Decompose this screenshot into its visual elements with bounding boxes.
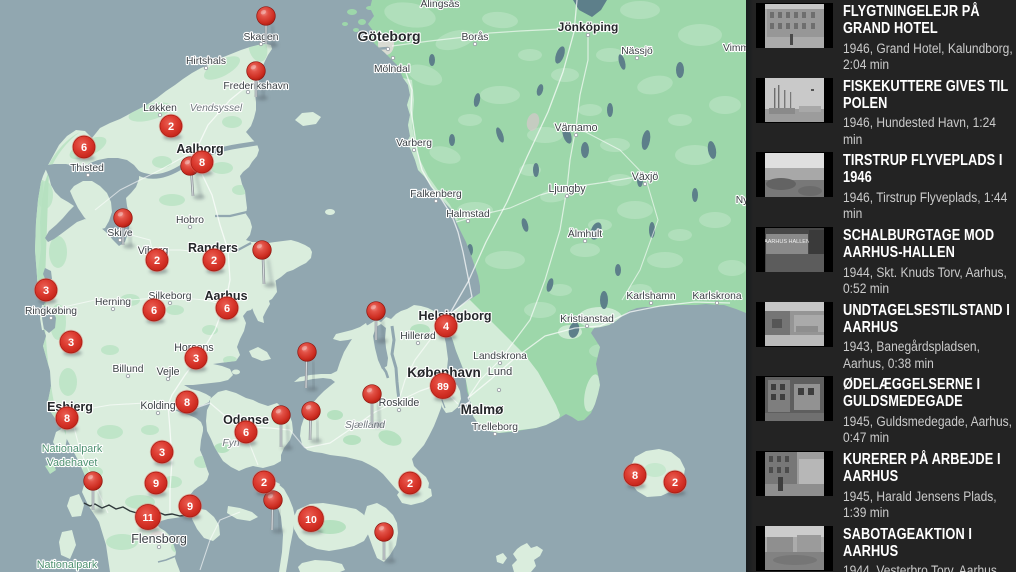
svg-text:11: 11 <box>142 512 153 524</box>
svg-text:Halmstad: Halmstad <box>446 209 490 220</box>
svg-text:8: 8 <box>184 397 190 409</box>
svg-text:Hobro: Hobro <box>176 215 204 226</box>
svg-text:Nationalpark: Nationalpark <box>42 443 103 455</box>
svg-text:2: 2 <box>261 477 267 489</box>
svg-text:8: 8 <box>632 470 638 482</box>
svg-text:9: 9 <box>187 501 193 513</box>
svg-text:Roskilde: Roskilde <box>379 397 420 409</box>
svg-text:Kolding: Kolding <box>140 400 175 412</box>
svg-text:Løkken: Løkken <box>143 103 177 114</box>
svg-text:Göteborg: Göteborg <box>358 28 421 44</box>
svg-text:10: 10 <box>305 514 317 526</box>
svg-text:Trelleborg: Trelleborg <box>472 422 518 433</box>
svg-text:6: 6 <box>151 305 157 317</box>
svg-text:2: 2 <box>168 121 174 133</box>
svg-text:Flensborg: Flensborg <box>131 532 187 546</box>
svg-text:Vimm: Vimm <box>723 43 746 54</box>
svg-text:2: 2 <box>672 477 678 489</box>
svg-text:Falkenberg: Falkenberg <box>410 189 462 200</box>
svg-text:6: 6 <box>224 303 230 315</box>
svg-text:Mölndal: Mölndal <box>374 64 410 75</box>
svg-text:2: 2 <box>154 255 160 267</box>
svg-text:Billund: Billund <box>113 364 144 375</box>
svg-text:Thisted: Thisted <box>70 163 104 174</box>
svg-text:Växjö: Växjö <box>632 171 659 183</box>
svg-text:Kristianstad: Kristianstad <box>560 314 614 325</box>
svg-text:8: 8 <box>199 157 205 169</box>
svg-text:Jönköping: Jönköping <box>558 20 619 34</box>
svg-text:Nationalpark: Nationalpark <box>37 559 98 571</box>
svg-text:6: 6 <box>81 142 87 154</box>
svg-text:Ljungby: Ljungby <box>548 183 586 195</box>
svg-text:3: 3 <box>159 447 165 459</box>
svg-text:Hillerød: Hillerød <box>400 331 436 342</box>
svg-text:3: 3 <box>68 337 74 349</box>
svg-text:Vadehavet: Vadehavet <box>47 457 98 469</box>
svg-text:Vejle: Vejle <box>157 366 180 378</box>
svg-text:Alingsås: Alingsås <box>421 0 460 10</box>
svg-text:89: 89 <box>437 381 449 393</box>
svg-text:Hirtshals: Hirtshals <box>186 56 226 67</box>
svg-text:Malmø: Malmø <box>461 402 505 417</box>
svg-text:Värnamo: Värnamo <box>555 122 598 134</box>
svg-text:Herning: Herning <box>95 297 131 308</box>
svg-text:2: 2 <box>407 478 413 490</box>
svg-text:2: 2 <box>211 255 217 267</box>
svg-text:Varberg: Varberg <box>396 138 432 149</box>
svg-text:Ringkøbing: Ringkøbing <box>25 306 77 317</box>
svg-text:3: 3 <box>193 353 199 365</box>
svg-text:Landskrona: Landskrona <box>473 351 527 362</box>
svg-text:AARHUS HALLEN: AARHUS HALLEN <box>765 239 810 245</box>
svg-text:4: 4 <box>443 321 450 333</box>
svg-text:Älmhult: Älmhult <box>568 228 602 240</box>
svg-text:Ny: Ny <box>736 195 746 206</box>
svg-text:Lund: Lund <box>488 366 512 378</box>
svg-text:Nässjö: Nässjö <box>621 46 653 57</box>
svg-text:Borås: Borås <box>462 31 489 43</box>
svg-text:9: 9 <box>153 478 159 490</box>
svg-text:Karlshamn: Karlshamn <box>626 291 675 302</box>
svg-text:Vendsyssel: Vendsyssel <box>190 103 243 114</box>
svg-text:6: 6 <box>243 427 249 439</box>
svg-text:Karlskrona: Karlskrona <box>692 291 741 302</box>
svg-text:8: 8 <box>64 413 70 425</box>
svg-text:3: 3 <box>43 285 49 297</box>
